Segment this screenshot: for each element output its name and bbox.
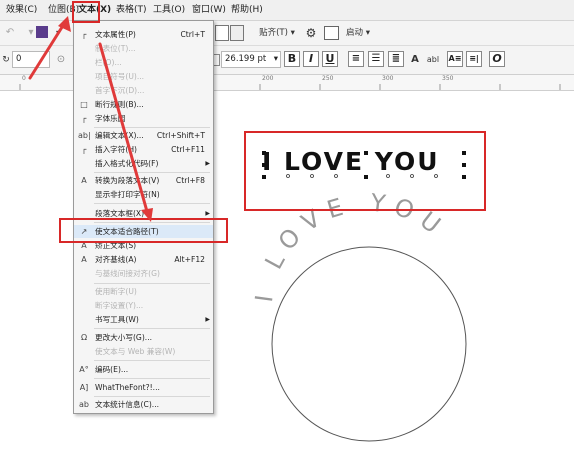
menu-separator (94, 203, 210, 204)
menu-item-edit-text[interactable]: ab| 编辑文本(X)... Ctrl+Shift+T (74, 129, 213, 142)
menu-item-use-hyphenation[interactable]: 使用断字(U) (74, 285, 213, 298)
submenu-arrow-icon: ▶ (205, 316, 210, 323)
menu-item-bullets[interactable]: 项目符号(U)... (74, 70, 213, 83)
text-properties-icon: ┌ (81, 30, 87, 39)
annotation-box-straight-text (244, 131, 486, 211)
menu-separator (94, 283, 210, 284)
menu-item-insert-formatting-code[interactable]: 插入格式化代码(F) ▶ (74, 157, 213, 170)
whatthefont-icon: A] (79, 383, 89, 392)
annotation-box-text-menu (72, 1, 100, 23)
menu-item-hyphenation-settings[interactable]: 断字设置(Y)... (74, 299, 213, 312)
menu-item-change-case[interactable]: Ω 更改大小写(G)... (74, 331, 213, 344)
encoding-icon: A° (79, 365, 89, 374)
menu-separator (94, 127, 210, 128)
edit-text-icon: ab| (78, 131, 91, 140)
menu-separator (94, 360, 210, 361)
menu-item-whatthefont[interactable]: A] WhatTheFont?!... (74, 381, 213, 394)
line-break-icon: □ (80, 100, 88, 109)
text-menu-dropdown: ┌ 文本属性(P) Ctrl+T 制表位(T)... 栏(O)... 项目符号(U)… (73, 20, 214, 414)
menu-item-columns[interactable]: 栏(O)... (74, 56, 213, 69)
menu-separator (94, 172, 210, 173)
menu-separator (94, 378, 210, 379)
menu-item-baseline-indirect[interactable]: 与基线间接对齐(G) (74, 267, 213, 280)
convert-text-icon: A (81, 176, 87, 185)
change-case-icon: Ω (80, 333, 88, 342)
font-playground-icon: ┌ (81, 114, 87, 123)
menu-item-align-baseline[interactable]: A 对齐基线(A) Alt+F12 (74, 253, 213, 266)
menu-item-insert-character[interactable]: ┌ 插入字符(H) Ctrl+F11 (74, 143, 213, 156)
menu-item-convert-to-paragraph[interactable]: A 转换为段落文本(V) Ctrl+F8 (74, 174, 213, 187)
menu-item-font-playground[interactable]: ┌ 字体乐园 (74, 112, 213, 125)
align-baseline-icon: A (81, 255, 87, 264)
menu-item-text-statistics[interactable]: ab 文本统计信息(C)... (74, 398, 213, 411)
menu-item-writing-tools[interactable]: 书写工具(W) ▶ (74, 313, 213, 326)
circle-shape[interactable] (271, 246, 467, 442)
annotation-box-fit-text-to-path (59, 218, 228, 243)
submenu-arrow-icon: ▶ (205, 160, 210, 167)
menu-item-text-properties[interactable]: ┌ 文本属性(P) Ctrl+T (74, 28, 213, 41)
menu-separator (94, 328, 210, 329)
menu-item-show-nonprinting[interactable]: 显示非打印字符(N) (74, 188, 213, 201)
menu-item-web-compatible[interactable]: 使文本与 Web 兼容(W) (74, 345, 213, 358)
text-statistics-icon: ab (79, 400, 89, 409)
menu-item-encoding[interactable]: A° 编码(E)... (74, 363, 213, 376)
insert-character-icon: ┌ (81, 145, 87, 154)
menu-item-line-break-rules[interactable]: □ 断行规则(B)... (74, 98, 213, 111)
menu-item-tabs[interactable]: 制表位(T)... (74, 42, 213, 55)
menu-item-drop-cap[interactable]: 首字下沉(D)... (74, 84, 213, 97)
menu-separator (94, 396, 210, 397)
